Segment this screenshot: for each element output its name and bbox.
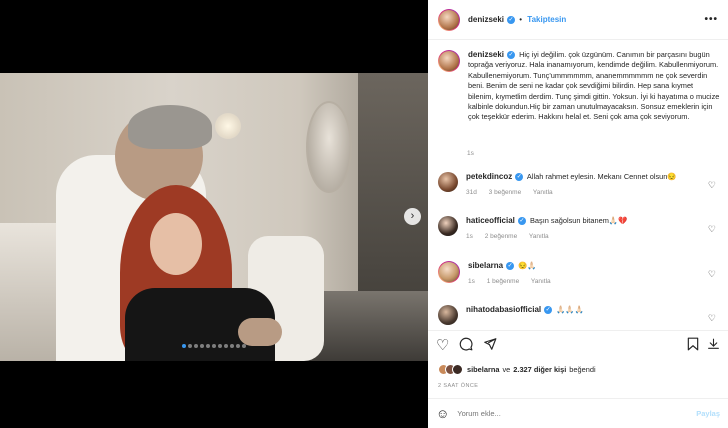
post-header: denizseki ✓ • Takiptesin ••• xyxy=(428,0,728,40)
comment-text: 😔🙏🏻 xyxy=(518,261,537,270)
comment-body: haticeofficial ✓ Başın sağolsun bitanem🙏🏻… xyxy=(466,216,706,242)
carousel-dot xyxy=(230,344,234,348)
reply-button[interactable]: Yanıtla xyxy=(529,233,549,240)
likes-user[interactable]: sibelarna xyxy=(467,365,499,374)
carousel-dot xyxy=(200,344,204,348)
carousel-next-icon[interactable]: › xyxy=(404,208,421,225)
carousel-dot xyxy=(236,344,240,348)
add-comment-bar: ☺ Paylaş xyxy=(428,398,728,428)
comment-item: sibelarna ✓ 😔🙏🏻 1s 1 beğenme Yanıtla ♡ xyxy=(438,261,720,287)
likes-summary: sibelarna ve 2.327 diğer kişi beğendi xyxy=(438,364,596,375)
photo-man-hair xyxy=(128,105,212,149)
comment-avatar-ring[interactable] xyxy=(438,261,460,283)
download-icon[interactable] xyxy=(707,337,720,355)
comment-like-icon[interactable]: ♡ xyxy=(708,180,716,191)
verified-icon: ✓ xyxy=(517,217,526,226)
verified-icon: ✓ xyxy=(515,173,524,182)
carousel-dots xyxy=(0,344,428,348)
carousel-dot xyxy=(182,344,186,348)
media-panel: › xyxy=(0,0,428,428)
caption-avatar-ring[interactable] xyxy=(438,50,460,72)
comment-icon[interactable] xyxy=(459,337,473,355)
comment-meta: 1s 2 beğenme Yanıtla xyxy=(466,232,706,242)
verified-icon: ✓ xyxy=(544,306,553,315)
header-avatar-ring[interactable] xyxy=(438,8,460,31)
likes-suffix: beğendi xyxy=(569,365,596,374)
comment-likes[interactable]: 2 beğenme xyxy=(485,233,518,240)
emoji-icon[interactable]: ☺ xyxy=(436,406,449,421)
action-bar: ♡ xyxy=(436,334,720,358)
carousel-dot xyxy=(224,344,228,348)
likes-connector: ve xyxy=(502,365,511,374)
comment-likes[interactable]: 3 beğenme xyxy=(489,189,522,196)
bookmark-icon[interactable] xyxy=(687,337,699,355)
comment-item: petekdincoz ✓ Allah rahmet eylesin. Mekan… xyxy=(438,172,720,198)
heart-icon[interactable]: ♡ xyxy=(436,338,449,354)
carousel-dot xyxy=(218,344,222,348)
header-separator: • xyxy=(519,15,523,24)
save-group xyxy=(687,337,720,355)
comment-like-icon[interactable]: ♡ xyxy=(708,269,716,280)
comment-time[interactable]: 1s xyxy=(468,278,475,285)
avatar[interactable] xyxy=(439,9,459,30)
post-time[interactable]: 2 SAAT ÖNCE xyxy=(438,383,478,389)
header-user: denizseki ✓ • Takiptesin xyxy=(468,15,566,24)
caption-time[interactable]: 1s xyxy=(467,150,474,157)
following-button[interactable]: Takiptesin xyxy=(527,15,566,24)
divider xyxy=(428,330,728,331)
liker-avatar xyxy=(452,364,463,375)
comment-like-icon[interactable]: ♡ xyxy=(708,313,716,324)
comment-avatar[interactable] xyxy=(438,305,458,325)
comment-avatar[interactable] xyxy=(438,172,458,192)
comment-time[interactable]: 31d xyxy=(466,189,477,196)
verified-icon: ✓ xyxy=(506,262,515,271)
comment-username[interactable]: haticeofficial xyxy=(466,216,515,225)
comment-text: Başın sağolsun bitanem🙏🏻💔 xyxy=(529,216,628,225)
carousel-dot xyxy=(206,344,210,348)
comment-likes[interactable]: 1 beğenme xyxy=(487,278,520,285)
comment-item: haticeofficial ✓ Başın sağolsun bitanem🙏🏻… xyxy=(438,216,720,242)
photo-arm xyxy=(238,318,282,346)
verified-icon: ✓ xyxy=(507,15,516,24)
likes-others[interactable]: 2.327 diğer kişi xyxy=(513,365,566,374)
header-username[interactable]: denizseki xyxy=(468,15,504,24)
photo-mirror xyxy=(306,101,352,193)
comment-username[interactable]: sibelarna xyxy=(468,261,503,270)
verified-icon: ✓ xyxy=(507,51,516,60)
comment-item: nihatodabasiofficial ✓ 🙏🏻🙏🏻🙏🏻 ♡ xyxy=(438,305,720,325)
share-icon[interactable] xyxy=(483,337,497,355)
caption-text: Hiç iyi değilim. çok üzgünüm. Canımın bi… xyxy=(468,50,720,122)
comment-avatar[interactable] xyxy=(438,216,458,236)
caption-avatar[interactable] xyxy=(439,51,459,71)
comment-meta: 31d 3 beğenme Yanıtla xyxy=(466,188,706,198)
comment-username[interactable]: petekdincoz xyxy=(466,172,512,181)
more-options-icon[interactable]: ••• xyxy=(704,14,718,25)
caption: denizseki ✓ Hiç iyi değilim. çok üzgünüm.… xyxy=(438,50,720,123)
comment-input[interactable] xyxy=(457,409,697,418)
comment-avatar[interactable] xyxy=(439,262,459,282)
comment-body: nihatodabasiofficial ✓ 🙏🏻🙏🏻🙏🏻 xyxy=(466,305,706,325)
post-sidebar: denizseki ✓ • Takiptesin ••• denizseki ✓ H… xyxy=(428,0,728,428)
comment-body: petekdincoz ✓ Allah rahmet eylesin. Mekan… xyxy=(466,172,706,198)
comment-like-icon[interactable]: ♡ xyxy=(708,224,716,235)
carousel-dot xyxy=(242,344,246,348)
comment-text: 🙏🏻🙏🏻🙏🏻 xyxy=(556,305,584,314)
reply-button[interactable]: Yanıtla xyxy=(533,189,553,196)
comment-meta: 1s 1 beğenme Yanıtla xyxy=(468,277,708,287)
comment-body: sibelarna ✓ 😔🙏🏻 1s 1 beğenme Yanıtla xyxy=(468,261,708,287)
carousel-dot xyxy=(212,344,216,348)
reply-button[interactable]: Yanıtla xyxy=(531,278,551,285)
comment-username[interactable]: nihatodabasiofficial xyxy=(466,305,541,314)
carousel-dot xyxy=(188,344,192,348)
photo-woman-face xyxy=(150,213,202,275)
photo-lamp xyxy=(215,113,241,139)
post-photo[interactable] xyxy=(0,73,428,361)
comment-time[interactable]: 1s xyxy=(466,233,473,240)
post-comment-button[interactable]: Paylaş xyxy=(696,409,720,418)
caption-body: denizseki ✓ Hiç iyi değilim. çok üzgünüm.… xyxy=(468,50,720,123)
comment-text: Allah rahmet eylesin. Mekanı Cennet olsu… xyxy=(526,172,677,181)
caption-username[interactable]: denizseki xyxy=(468,50,504,59)
carousel-dot xyxy=(194,344,198,348)
